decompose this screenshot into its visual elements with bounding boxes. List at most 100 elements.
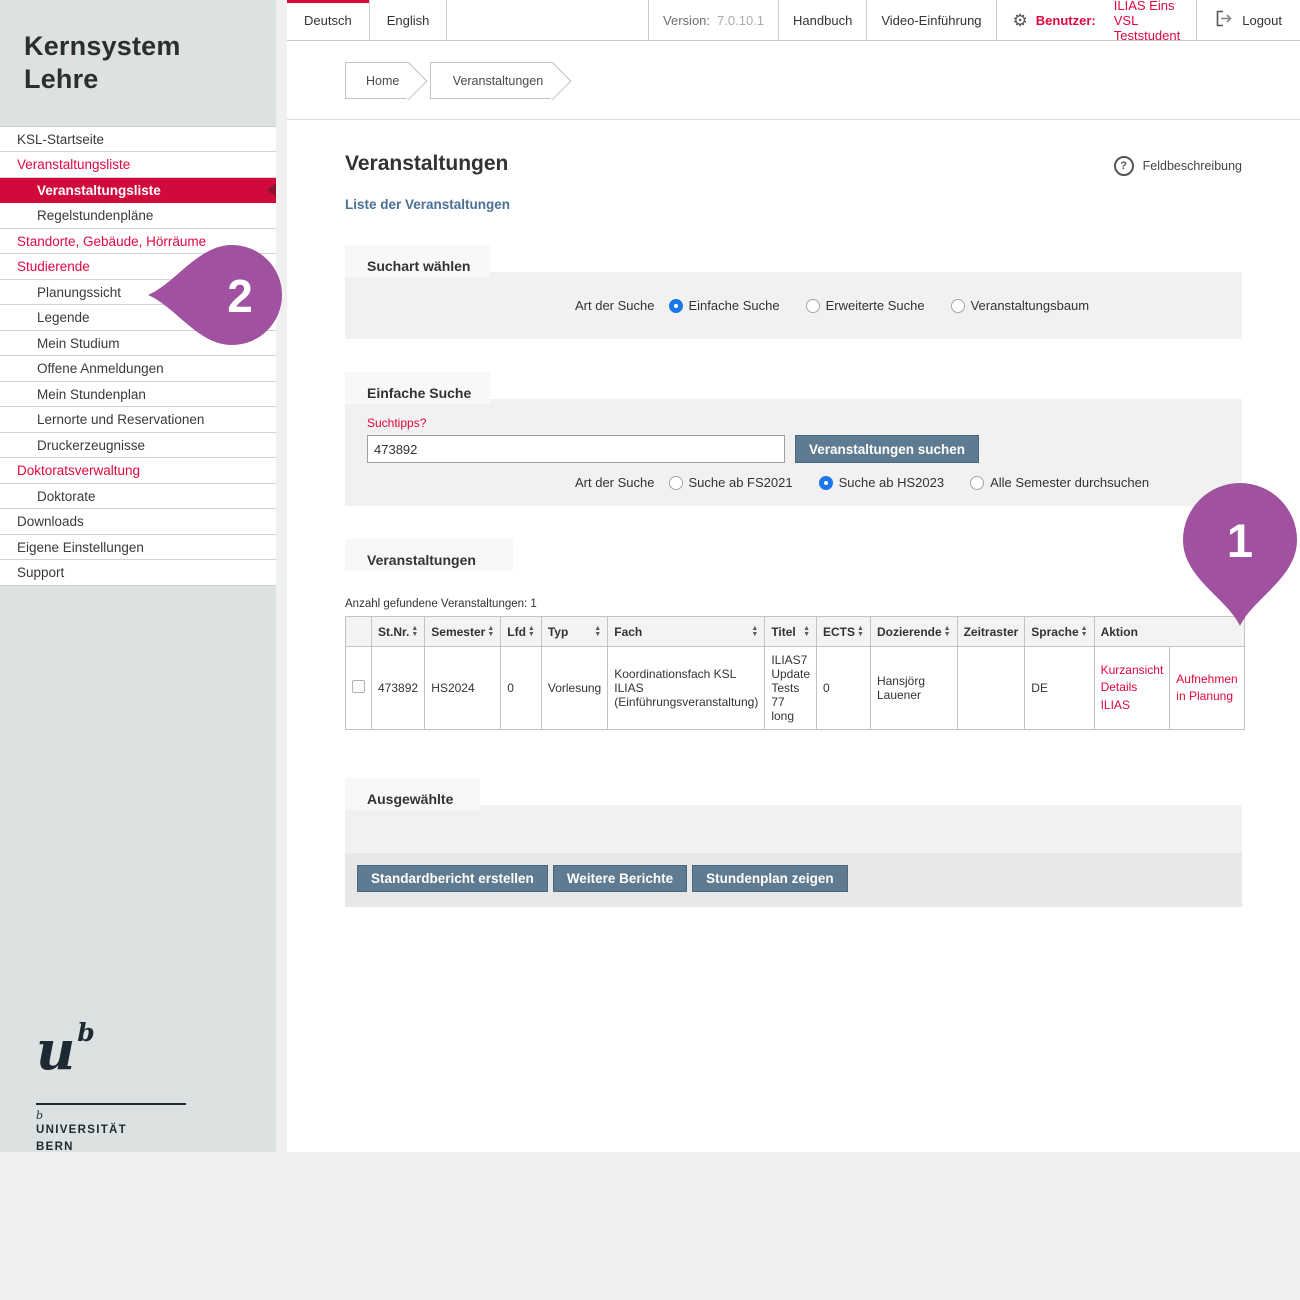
header-typ: Typ▲▼ xyxy=(541,617,607,647)
logo-bern-text: BERN xyxy=(36,1139,186,1156)
sidebar-item-downloads[interactable]: Downloads xyxy=(0,509,276,535)
callout-pin-1: 1 xyxy=(1180,483,1300,633)
topbar: Deutsch English Version: 7.0.10.1 Handbu… xyxy=(287,0,1300,41)
results-table: St.Nr.▲▼ Semester▲▼ Lfd▲▼ Typ▲▼ Fach▲▼ T… xyxy=(345,616,1245,730)
search-type-label: Art der Suche xyxy=(575,298,655,313)
sidebar-item-regelstundenplaene[interactable]: Regelstundenpläne xyxy=(0,203,276,229)
question-icon: ? xyxy=(1114,156,1134,176)
sidebar-item-druckerzeugnisse[interactable]: Druckerzeugnisse xyxy=(0,433,276,459)
sort-icon[interactable]: ▲▼ xyxy=(751,626,758,638)
topbar-spacer xyxy=(447,0,649,40)
sort-icon[interactable]: ▲▼ xyxy=(528,626,535,638)
header-ects: ECTS▲▼ xyxy=(817,617,871,647)
sidebar-item-ksl-startseite[interactable]: KSL-Startseite xyxy=(0,127,276,153)
row-checkbox[interactable] xyxy=(352,680,365,693)
sort-icon[interactable]: ▲▼ xyxy=(487,626,494,638)
radio-alle-semester[interactable]: Alle Semester durchsuchen xyxy=(970,475,1149,490)
sidebar-item-doktoratsverwaltung[interactable]: Doktoratsverwaltung xyxy=(0,458,276,484)
cell-aktion-links: Kurzansicht Details ILIAS xyxy=(1094,647,1170,730)
radio-selected-icon xyxy=(819,476,833,490)
cell-ects: 0 xyxy=(817,647,871,730)
language-tab-english[interactable]: English xyxy=(370,0,448,40)
header-fach: Fach▲▼ xyxy=(608,617,765,647)
standardbericht-erstellen-button[interactable]: Standardbericht erstellen xyxy=(357,865,548,892)
details-link[interactable]: Details xyxy=(1101,679,1164,696)
sort-icon[interactable]: ▲▼ xyxy=(944,626,951,638)
search-type-radio-group: Art der Suche Einfache Suche Erweiterte … xyxy=(575,298,1115,313)
weitere-berichte-button[interactable]: Weitere Berichte xyxy=(553,865,687,892)
ausgewaehlte-panel xyxy=(345,805,1242,853)
radio-suche-ab-hs2023[interactable]: Suche ab HS2023 xyxy=(819,475,945,490)
section-veranstaltungen: Veranstaltungen Anzahl gefundene Veranst… xyxy=(345,539,1242,730)
sort-icon[interactable]: ▲▼ xyxy=(857,626,864,638)
app-title-line1: Kernsystem xyxy=(24,30,256,63)
gear-icon: ⚙ xyxy=(1013,12,1028,29)
video-einfuehrung-link[interactable]: Video-Einführung xyxy=(867,0,996,40)
header-semester: Semester▲▼ xyxy=(425,617,501,647)
logo-u-glyph: u xyxy=(36,1018,75,1082)
callout-pin-2: 2 xyxy=(128,240,288,350)
feldbeschreibung-link[interactable]: ? Feldbeschreibung xyxy=(1114,156,1242,176)
row-checkbox-cell xyxy=(346,647,372,730)
sidebar-item-support[interactable]: Support xyxy=(0,560,276,586)
breadcrumb-home[interactable]: Home xyxy=(345,62,409,99)
section-einfache-suche: Einfache Suche Suchtipps? Veranstaltunge… xyxy=(345,372,1242,506)
header-titel: Titel▲▼ xyxy=(765,617,817,647)
suchtipps-link[interactable]: Suchtipps? xyxy=(367,416,1242,430)
header-dozierende: Dozierende▲▼ xyxy=(870,617,957,647)
logout-icon xyxy=(1215,10,1233,30)
section-title-ausgewaehlte: Ausgewählte xyxy=(345,778,480,810)
cell-semester: HS2024 xyxy=(425,647,501,730)
sort-icon[interactable]: ▲▼ xyxy=(803,626,810,638)
callout-number-2: 2 xyxy=(227,270,253,322)
user-menu[interactable]: ⚙ Benutzer: ILIAS Eins VSL Teststudent xyxy=(997,0,1198,40)
sidebar-item-doktorate[interactable]: Doktorate xyxy=(0,484,276,510)
cell-stnr: 473892 xyxy=(372,647,425,730)
search-input[interactable] xyxy=(367,435,785,463)
header-zeitraster: Zeitraster xyxy=(957,617,1025,647)
section-title-veranstaltungen: Veranstaltungen xyxy=(345,539,513,571)
cell-zeitraster xyxy=(957,647,1025,730)
cell-fach: Koordinationsfach KSL ILIAS (Einführungs… xyxy=(608,647,765,730)
benutzer-label: Benutzer: xyxy=(1036,13,1096,28)
section-suchart-waehlen: Suchart wählen Art der Suche Einfache Su… xyxy=(345,245,1242,339)
app-title: Kernsystem Lehre xyxy=(0,0,276,96)
sidebar-item-veranstaltungsliste-group[interactable]: Veranstaltungsliste xyxy=(0,152,276,178)
sort-icon[interactable]: ▲▼ xyxy=(594,626,601,638)
sort-icon[interactable]: ▲▼ xyxy=(1081,626,1088,638)
header-lfd: Lfd▲▼ xyxy=(501,617,542,647)
section-title-suchart: Suchart wählen xyxy=(345,245,490,277)
sidebar: Kernsystem Lehre KSL-Startseite Veransta… xyxy=(0,0,276,1152)
main-area: Deutsch English Version: 7.0.10.1 Handbu… xyxy=(287,0,1300,1152)
stundenplan-zeigen-button[interactable]: Stundenplan zeigen xyxy=(692,865,848,892)
aufnehmen-in-planung-link[interactable]: Aufnehmen in Planung xyxy=(1176,671,1237,706)
table-row: 473892 HS2024 0 Vorlesung Koordinationsf… xyxy=(346,647,1245,730)
sidebar-item-mein-stundenplan[interactable]: Mein Stundenplan xyxy=(0,382,276,408)
radio-einfache-suche[interactable]: Einfache Suche xyxy=(669,298,780,313)
sidebar-item-lernorte[interactable]: Lernorte und Reservationen xyxy=(0,407,276,433)
handbuch-link[interactable]: Handbuch xyxy=(779,0,867,40)
university-bern-logo: ub b UNIVERSITÄT BERN xyxy=(36,1018,186,1155)
sidebar-item-eigene-einstellungen[interactable]: Eigene Einstellungen xyxy=(0,535,276,561)
sidebar-item-offene-anmeldungen[interactable]: Offene Anmeldungen xyxy=(0,356,276,382)
radio-veranstaltungsbaum[interactable]: Veranstaltungsbaum xyxy=(951,298,1090,313)
veranstaltungen-suchen-button[interactable]: Veranstaltungen suchen xyxy=(795,435,979,463)
ilias-link[interactable]: ILIAS xyxy=(1101,697,1164,714)
liste-der-veranstaltungen-link[interactable]: Liste der Veranstaltungen xyxy=(345,197,1242,212)
radio-suche-ab-fs2021[interactable]: Suche ab FS2021 xyxy=(669,475,793,490)
section-title-einfache-suche: Einfache Suche xyxy=(345,372,490,404)
logout-button[interactable]: Logout xyxy=(1197,0,1300,40)
version-info: Version: 7.0.10.1 xyxy=(649,0,779,40)
benutzer-name: ILIAS Eins VSL Teststudent xyxy=(1114,0,1180,43)
breadcrumb-veranstaltungen[interactable]: Veranstaltungen xyxy=(430,62,553,99)
sidebar-item-veranstaltungsliste-active[interactable]: Veranstaltungsliste xyxy=(0,178,276,204)
header-sprache: Sprache▲▼ xyxy=(1025,617,1094,647)
radio-erweiterte-suche[interactable]: Erweiterte Suche xyxy=(806,298,925,313)
sort-icon[interactable]: ▲▼ xyxy=(411,626,418,638)
report-button-bar: Standardbericht erstellen Weitere Berich… xyxy=(345,853,1242,907)
logo-divider xyxy=(36,1103,186,1105)
cell-typ: Vorlesung xyxy=(541,647,607,730)
result-count: Anzahl gefundene Veranstaltungen: 1 xyxy=(345,598,1242,610)
language-tab-deutsch[interactable]: Deutsch xyxy=(287,0,370,40)
kurzansicht-link[interactable]: Kurzansicht xyxy=(1101,662,1164,679)
